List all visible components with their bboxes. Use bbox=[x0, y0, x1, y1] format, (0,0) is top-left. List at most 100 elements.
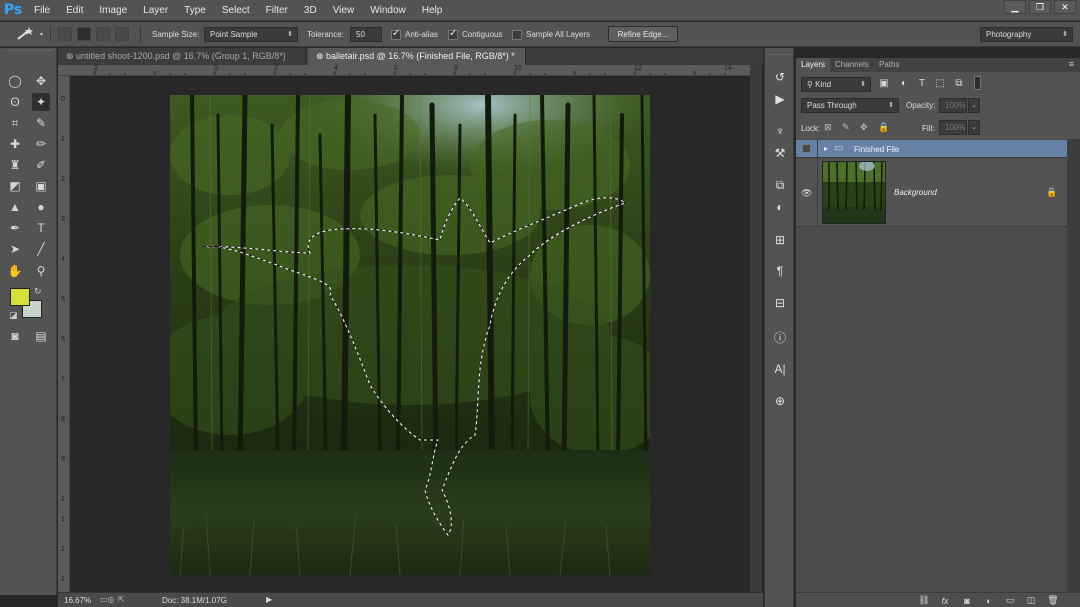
menu-help[interactable]: Help bbox=[414, 0, 451, 21]
actions-icon[interactable]: ▶ bbox=[771, 90, 789, 108]
sample-all-layers-checkbox[interactable] bbox=[512, 30, 522, 40]
menu-view[interactable]: View bbox=[325, 0, 363, 21]
type-icon[interactable]: T bbox=[32, 219, 50, 237]
layer-name[interactable]: Background bbox=[894, 188, 937, 197]
share-icon[interactable]: ⇱ bbox=[118, 595, 125, 604]
minimize-button[interactable]: ▁ bbox=[1004, 0, 1026, 14]
tool-presets-icon[interactable]: ⚒ bbox=[771, 144, 789, 162]
menu-layer[interactable]: Layer bbox=[135, 0, 176, 21]
default-colors-icon[interactable]: ◪ bbox=[9, 310, 18, 321]
visibility-toggle[interactable] bbox=[796, 140, 818, 157]
lock-transparent-icon[interactable]: ⊠ bbox=[824, 122, 832, 133]
menu-window[interactable]: Window bbox=[362, 0, 414, 21]
tool-preset-picker[interactable] bbox=[10, 26, 46, 43]
paragraph-icon[interactable]: ¶ bbox=[771, 262, 789, 280]
brush-icon[interactable]: ✏ bbox=[32, 135, 50, 153]
marquee-icon[interactable]: ◯ bbox=[6, 72, 24, 90]
expand-arrow-icon[interactable]: ▸ bbox=[824, 144, 828, 153]
brush-presets-icon[interactable]: ♆ bbox=[771, 122, 789, 140]
anti-alias-checkbox[interactable] bbox=[391, 28, 401, 40]
gradient-icon[interactable]: ▣ bbox=[32, 177, 50, 195]
menu-type[interactable]: Type bbox=[176, 0, 214, 21]
adjustment-filter-icon[interactable]: ◐ bbox=[898, 77, 910, 89]
screen-mode-icon[interactable]: ▤ bbox=[32, 327, 50, 345]
foreground-color-swatch[interactable] bbox=[10, 288, 30, 306]
menu-edit[interactable]: Edit bbox=[58, 0, 91, 21]
lasso-icon[interactable]: ʘ bbox=[6, 93, 24, 111]
clone-source-icon[interactable]: ⧉ bbox=[771, 176, 789, 194]
vertical-scrollbar[interactable] bbox=[750, 65, 762, 592]
visibility-toggle[interactable]: 👁 bbox=[796, 159, 818, 226]
tab-balletair[interactable]: ⊗ balletair.psd @ 16.7% (Finished File, … bbox=[308, 48, 526, 65]
tab-paths[interactable]: Paths bbox=[874, 58, 904, 72]
layer-style-icon[interactable]: fx bbox=[938, 594, 952, 607]
properties-panel-icon[interactable]: ⊞ bbox=[771, 231, 789, 249]
type-filter-icon[interactable]: T bbox=[916, 77, 928, 89]
tab-channels[interactable]: Channels bbox=[830, 58, 874, 72]
adjustment-layer-icon[interactable]: ◐ bbox=[982, 594, 996, 607]
quick-mask-icon[interactable]: ◙ bbox=[6, 327, 24, 345]
hand-icon[interactable]: ✋ bbox=[6, 262, 24, 280]
clone-stamp-icon[interactable]: ♜ bbox=[6, 156, 24, 174]
menu-select[interactable]: Select bbox=[214, 0, 258, 21]
delete-layer-icon[interactable]: 🗑 bbox=[1046, 594, 1060, 607]
menu-image[interactable]: Image bbox=[91, 0, 135, 21]
close-icon[interactable]: ⊗ bbox=[316, 51, 326, 61]
close-icon[interactable]: ⊗ bbox=[66, 51, 76, 61]
link-layers-icon[interactable]: ⛓ bbox=[917, 594, 931, 607]
restore-button[interactable]: ❐ bbox=[1029, 0, 1051, 14]
zoom-level[interactable]: 16.67% bbox=[64, 596, 91, 605]
crop-icon[interactable]: ⌗ bbox=[6, 114, 24, 132]
tab-layers[interactable]: Layers bbox=[796, 58, 831, 72]
path-selection-icon[interactable]: ➤ bbox=[6, 240, 24, 258]
sample-size-select[interactable]: Point Sample ⬍ bbox=[204, 27, 298, 42]
line-icon[interactable]: ╱ bbox=[32, 240, 50, 258]
eyedropper-icon[interactable]: ✎ bbox=[32, 114, 50, 132]
panel-menu-icon[interactable]: ≡ bbox=[1069, 59, 1074, 69]
lock-position-icon[interactable]: ✥ bbox=[860, 122, 868, 133]
magic-wand-icon[interactable]: ✦ bbox=[32, 93, 50, 111]
pen-icon[interactable]: ✒ bbox=[6, 219, 24, 237]
layer-comps-icon[interactable]: ⊟ bbox=[771, 294, 789, 312]
menu-filter[interactable]: Filter bbox=[258, 0, 296, 21]
layer-name[interactable]: Finished File bbox=[854, 145, 899, 154]
new-selection-button[interactable] bbox=[58, 27, 72, 41]
add-mask-icon[interactable]: ◙ bbox=[960, 594, 974, 607]
layer-row-background[interactable]: 👁 Background 🔒 bbox=[796, 159, 1067, 227]
opacity-input[interactable]: 100% bbox=[939, 98, 967, 113]
eye-icon[interactable]: 👁 bbox=[801, 188, 812, 199]
filter-toggle[interactable] bbox=[974, 76, 981, 90]
eraser-icon[interactable]: ◩ bbox=[6, 177, 24, 195]
fill-dropdown-icon[interactable]: ⌄ bbox=[968, 120, 980, 135]
new-layer-icon[interactable]: ◫ bbox=[1024, 594, 1038, 607]
layer-row-finished-file[interactable]: ▸ ▭ Finished File bbox=[796, 140, 1067, 158]
tolerance-input[interactable]: 50 bbox=[350, 27, 382, 42]
visibility-checkbox[interactable] bbox=[802, 144, 811, 153]
lock-all-icon[interactable]: 🔒 bbox=[878, 122, 889, 133]
contiguous-checkbox[interactable] bbox=[448, 28, 458, 40]
opacity-dropdown-icon[interactable]: ⌄ bbox=[968, 98, 980, 113]
menu-file[interactable]: File bbox=[26, 0, 58, 21]
character-styles-icon[interactable]: ⊕ bbox=[771, 392, 789, 410]
layer-filter-select[interactable]: ⚲ Kind ⬍ bbox=[801, 77, 871, 92]
info-icon[interactable]: ⓘ bbox=[771, 328, 789, 346]
zoom-icon[interactable]: ⚲ bbox=[32, 262, 50, 280]
close-button[interactable]: ✕ bbox=[1054, 0, 1076, 14]
move-icon[interactable]: ✥ bbox=[32, 72, 50, 90]
smart-object-filter-icon[interactable]: ⧉ bbox=[953, 77, 965, 89]
blend-mode-select[interactable]: Pass Through ⬍ bbox=[801, 98, 899, 113]
pixel-filter-icon[interactable]: ▣ bbox=[878, 77, 890, 89]
swap-colors-icon[interactable]: ↻ bbox=[34, 286, 42, 297]
blur-icon[interactable]: ▲ bbox=[6, 198, 24, 216]
intersect-selection-button[interactable] bbox=[115, 27, 129, 41]
history-icon[interactable]: ↺ bbox=[771, 68, 789, 86]
layers-scrollbar[interactable] bbox=[1067, 139, 1080, 592]
refine-edge-button[interactable]: Refine Edge... bbox=[608, 26, 678, 42]
character-icon[interactable]: A| bbox=[771, 360, 789, 378]
lock-pixels-icon[interactable]: ✎ bbox=[842, 122, 850, 133]
fill-input[interactable]: 100% bbox=[939, 120, 967, 135]
adjustments-icon[interactable]: ◐ bbox=[771, 198, 789, 216]
add-to-selection-button[interactable] bbox=[77, 27, 91, 41]
workspace-select[interactable]: Photography ⬍ bbox=[980, 27, 1073, 42]
subtract-from-selection-button[interactable] bbox=[96, 27, 110, 41]
